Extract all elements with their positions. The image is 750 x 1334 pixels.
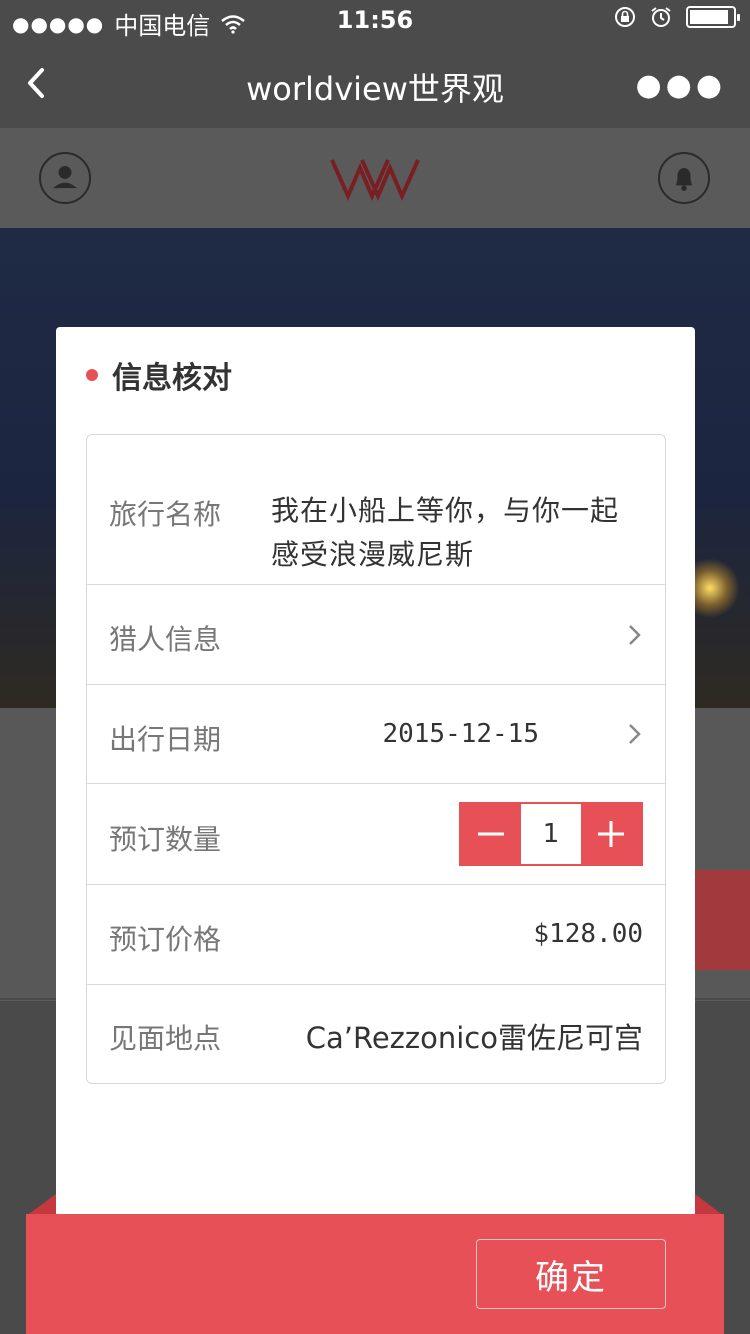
price-label: 预订价格	[109, 923, 222, 956]
modal-title: 信息核对	[112, 361, 232, 396]
row-meeting-place: 见面地点 Ca’Rezzonico雷佐尼可宫	[87, 985, 665, 1083]
bottom-bar: 确定	[26, 1214, 724, 1334]
chevron-right-icon	[629, 625, 641, 645]
row-travel-date[interactable]: 出行日期 2015-12-15	[87, 685, 665, 784]
row-quantity: 预订数量 1	[87, 784, 665, 885]
minus-icon	[478, 832, 504, 836]
background-side-button	[686, 870, 750, 970]
title-dot-icon	[86, 369, 98, 381]
nav-bar: worldview世界观 ●●●	[0, 40, 750, 128]
plus-icon	[598, 821, 624, 847]
price-value: $128.00	[533, 919, 643, 949]
alarm-icon	[651, 7, 671, 27]
meeting-place-label: 见面地点	[109, 1022, 222, 1055]
modal-header: 信息核对	[86, 353, 232, 397]
trip-name-value: 我在小船上等你，与你一起感受浪漫威尼斯	[271, 494, 620, 571]
battery-icon	[686, 6, 740, 28]
meeting-place-value: Ca’Rezzonico雷佐尼可宫	[305, 1021, 643, 1055]
plus-button[interactable]	[581, 804, 641, 864]
travel-date-label: 出行日期	[109, 723, 222, 756]
quantity-stepper[interactable]: 1	[459, 802, 643, 866]
quantity-value[interactable]: 1	[521, 804, 581, 864]
lock-rotation-icon	[615, 7, 635, 27]
confirm-button[interactable]: 确定	[476, 1239, 666, 1309]
info-check-modal: 信息核对 旅行名称 我在小船上等你，与你一起感受浪漫威尼斯 猎人信息 出行日期 …	[56, 327, 695, 1217]
row-price: 预订价格 $128.00	[87, 885, 665, 985]
bell-icon[interactable]	[658, 152, 710, 204]
quantity-label: 预订数量	[109, 823, 222, 856]
hunter-info-label: 猎人信息	[109, 623, 222, 656]
row-hunter-info[interactable]: 猎人信息	[87, 585, 665, 685]
more-icon[interactable]: ●●●	[635, 68, 726, 103]
travel-date-value: 2015-12-15	[382, 719, 539, 749]
logo-icon	[330, 159, 420, 201]
app-header	[0, 128, 750, 228]
trip-name-label: 旅行名称	[109, 498, 222, 531]
status-right	[614, 6, 740, 28]
user-icon[interactable]	[39, 152, 91, 204]
row-trip-name: 旅行名称 我在小船上等你，与你一起感受浪漫威尼斯	[87, 435, 665, 585]
chevron-right-icon	[629, 724, 641, 744]
info-table: 旅行名称 我在小船上等你，与你一起感受浪漫威尼斯 猎人信息 出行日期 2015-…	[86, 434, 666, 1084]
minus-button[interactable]	[461, 804, 521, 864]
status-bar: ●●●●● 中国电信 11:56	[0, 0, 750, 40]
